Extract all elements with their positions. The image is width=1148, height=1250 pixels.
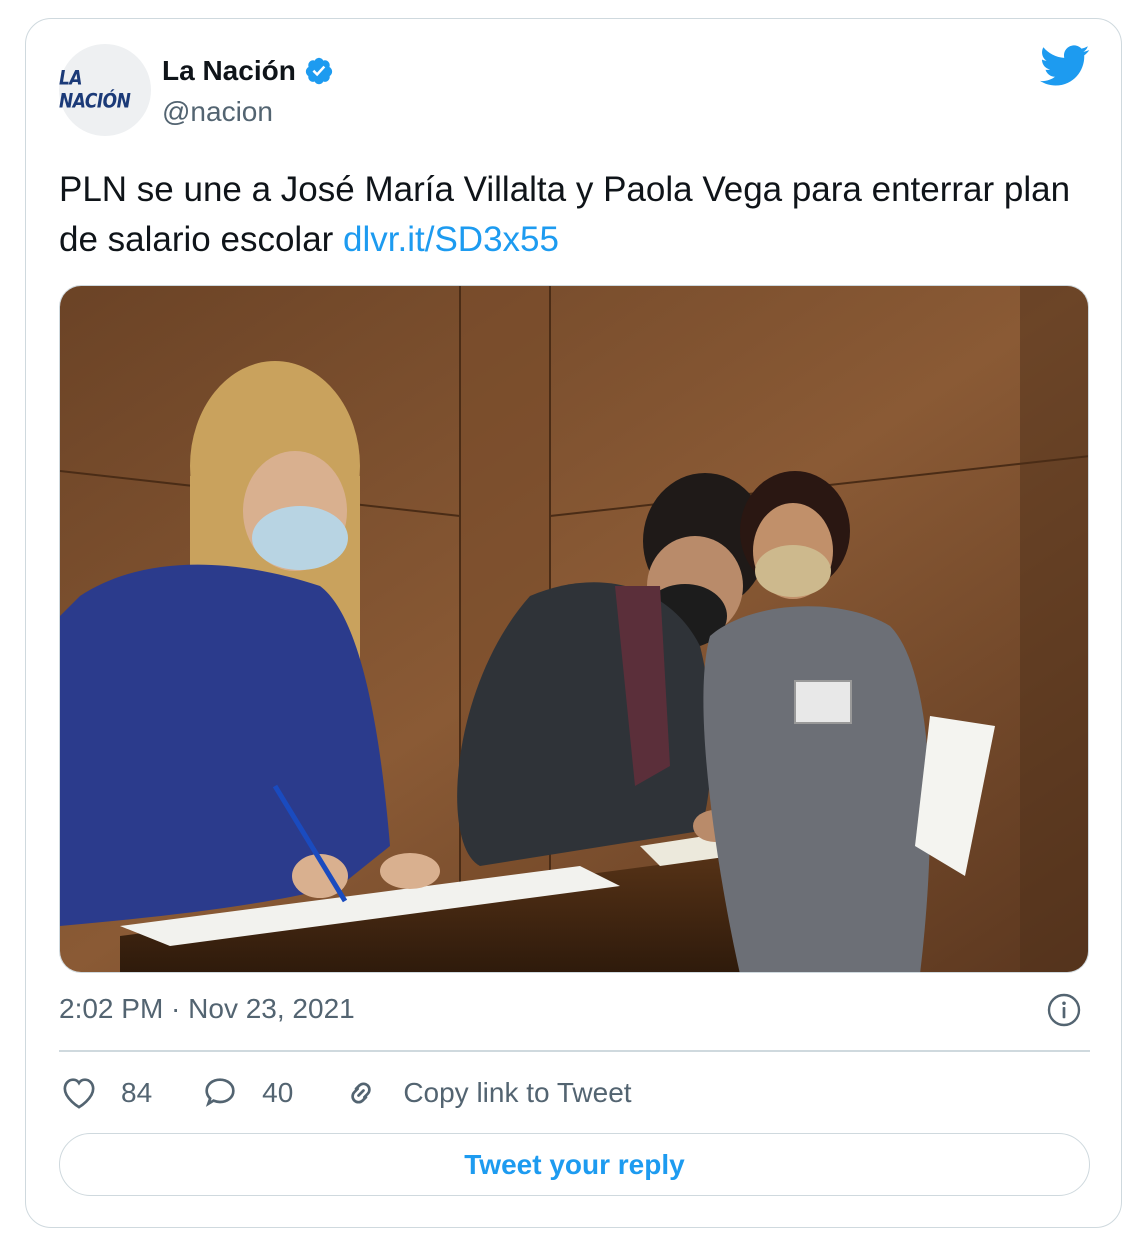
info-icon[interactable] — [1046, 992, 1082, 1028]
like-count: 84 — [121, 1077, 153, 1108]
tweet-link[interactable]: dlvr.it/SD3x55 — [343, 220, 559, 259]
author-name[interactable]: La Nación — [162, 55, 296, 87]
avatar-logo-text: LA NACIÓN — [59, 67, 131, 113]
link-icon — [351, 1082, 371, 1104]
copy-link-label: Copy link to Tweet — [403, 1077, 632, 1108]
tweet-actions: 84 40 Copy link to Tweet — [59, 1070, 680, 1116]
tweet-your-reply-button[interactable]: Tweet your reply — [59, 1133, 1090, 1196]
twitter-bird-icon[interactable] — [1040, 44, 1090, 88]
verified-badge-icon — [305, 57, 332, 85]
like-button[interactable]: 84 — [59, 1073, 152, 1113]
author-name-row[interactable]: La Nación — [162, 55, 334, 87]
heart-icon — [63, 1078, 95, 1109]
avatar[interactable]: LA NACIÓN — [59, 44, 151, 136]
author-handle[interactable]: @nacion — [162, 96, 273, 128]
tweet-photo[interactable] — [59, 285, 1089, 973]
divider — [59, 1050, 1090, 1052]
tweet-body: PLN se une a José María Villalta y Paola… — [59, 170, 1071, 259]
comment-icon — [205, 1078, 235, 1107]
copy-link-button[interactable]: Copy link to Tweet — [341, 1073, 632, 1113]
reply-button[interactable]: 40 — [200, 1073, 293, 1113]
reply-count: 40 — [262, 1077, 294, 1108]
photo-image — [60, 286, 1088, 972]
tweet-timestamp[interactable]: 2:02 PM · Nov 23, 2021 — [59, 993, 355, 1025]
tweet-text: PLN se une a José María Villalta y Paola… — [59, 165, 1099, 265]
